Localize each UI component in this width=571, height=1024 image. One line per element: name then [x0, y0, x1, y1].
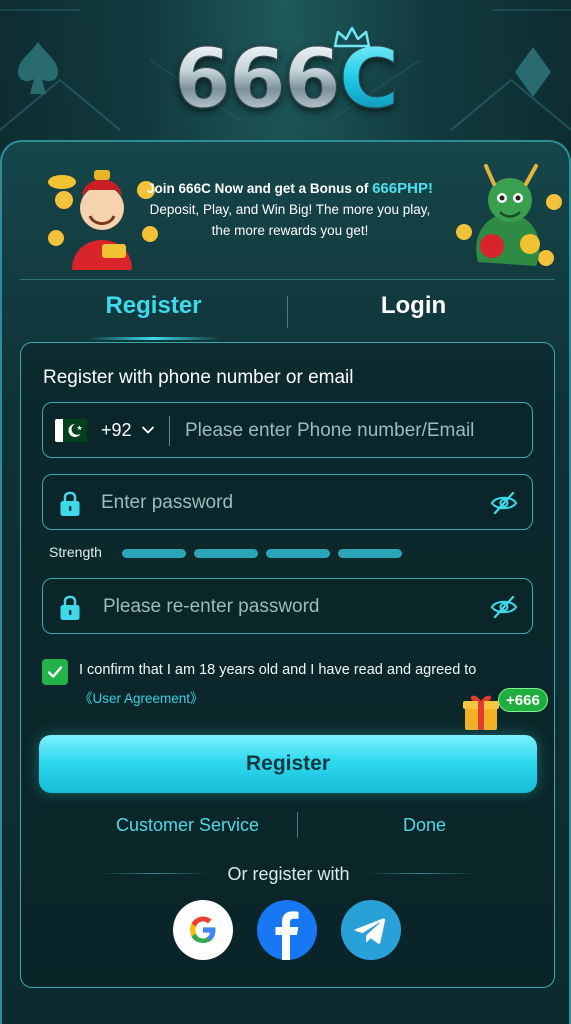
password-field[interactable]: Enter password	[42, 474, 533, 530]
tab-login[interactable]: Login	[347, 292, 480, 332]
main-panel: Join 666C Now and get a Bonus of 666PHP!…	[0, 140, 571, 1024]
chevron-down-icon[interactable]	[142, 424, 154, 436]
register-button[interactable]: Register	[39, 735, 537, 793]
checkmark-icon	[47, 666, 63, 678]
confirm-password-input[interactable]: Please re-enter password	[103, 596, 320, 618]
dragon-mascot-icon	[456, 164, 562, 266]
country-code[interactable]: +92	[101, 420, 132, 441]
telegram-icon	[354, 918, 386, 944]
tab-divider	[287, 296, 288, 328]
promo-line-1: Join 666C Now and get a Bonus of 666PHP!	[147, 180, 433, 197]
lock-icon	[60, 595, 80, 620]
done-link[interactable]: Done	[403, 815, 446, 836]
logo-digits: 666	[173, 32, 341, 128]
google-login-button[interactable]	[173, 900, 233, 960]
confirm-password-field[interactable]: Please re-enter password	[42, 578, 533, 634]
eye-off-icon[interactable]	[490, 594, 518, 620]
bonus-amount: 666PHP!	[372, 180, 433, 197]
gift-icon	[463, 695, 499, 730]
password-input[interactable]: Enter password	[101, 492, 233, 514]
crown-icon	[333, 26, 371, 48]
strength-segment	[266, 549, 330, 558]
eye-off-icon[interactable]	[490, 490, 518, 516]
facebook-icon	[275, 911, 299, 960]
bonus-badge: +666	[498, 688, 548, 712]
register-form: Register with phone number or email +92 …	[20, 342, 555, 988]
phone-email-input[interactable]: Please enter Phone number/Email	[185, 420, 474, 442]
customer-service-link[interactable]: Customer Service	[116, 815, 259, 836]
social-heading: Or register with	[227, 864, 350, 884]
strength-label: Strength	[49, 544, 102, 560]
divider-line	[366, 873, 476, 874]
tab-register[interactable]: Register	[87, 292, 220, 340]
agreement-text: I confirm that I am 18 years old and I h…	[79, 662, 477, 678]
lock-icon	[60, 491, 80, 516]
agreement-checkbox[interactable]	[42, 659, 68, 685]
strength-segment	[122, 549, 186, 558]
form-heading: Register with phone number or email	[43, 367, 354, 388]
brand-logo: 666C	[0, 32, 571, 128]
google-icon	[190, 916, 216, 943]
promo-text: Join 666C Now and get a Bonus of 666PHP!…	[140, 178, 440, 241]
telegram-login-button[interactable]	[341, 900, 401, 960]
strength-segment	[194, 549, 258, 558]
promo-line-3: the more rewards you get!	[211, 223, 369, 238]
phone-email-field[interactable]: +92 Please enter Phone number/Email	[42, 402, 533, 458]
strength-meter	[122, 549, 412, 558]
pakistan-flag-icon[interactable]	[55, 419, 87, 442]
promo-line-2: Deposit, Play, and Win Big! The more you…	[149, 202, 431, 217]
facebook-login-button[interactable]	[257, 900, 317, 960]
user-agreement-link[interactable]: 《User Agreement》	[79, 687, 204, 707]
promo-banner: Join 666C Now and get a Bonus of 666PHP!…	[20, 150, 562, 280]
strength-segment	[338, 549, 402, 558]
link-divider	[297, 812, 298, 838]
field-separator	[169, 416, 170, 446]
